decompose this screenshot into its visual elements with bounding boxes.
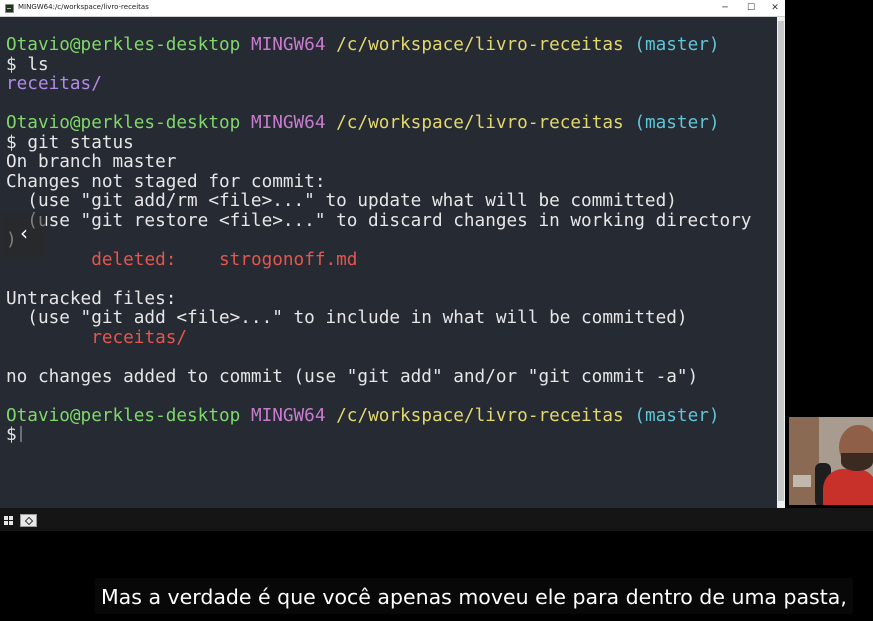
prompt-user-host: Otavio@perkles-desktop (6, 405, 241, 426)
close-button[interactable]: ✕ (762, 0, 788, 17)
terminal-window[interactable]: MINGW64:/c/workspace/livro-receitas ─ ☐ … (0, 0, 785, 508)
output-line: ) (6, 230, 777, 251)
command-line: $ git status (6, 132, 777, 154)
output-line: no changes added to commit (use "git add… (6, 366, 699, 387)
command-line: $ ls (6, 54, 777, 76)
untracked-file: receitas/ (91, 327, 188, 348)
text-cursor (19, 426, 22, 442)
back-arrow-icon[interactable]: ‹ (2, 213, 46, 257)
prompt-user-host: Otavio@perkles-desktop (6, 35, 241, 55)
prompt-symbol: $ (6, 425, 17, 445)
scrollbar[interactable] (777, 17, 785, 508)
prompt-path: /c/workspace/livro-receitas (336, 113, 624, 133)
command-line[interactable]: $ (6, 425, 777, 446)
output-line: Changes not staged for commit: (6, 171, 326, 192)
output-line: (use "git restore <file>..." to discard … (6, 210, 752, 231)
scrollbar-thumb[interactable] (778, 21, 784, 501)
prompt-user-host: Otavio@perkles-desktop (6, 113, 241, 133)
taskbar (0, 508, 873, 531)
deleted-label: deleted: (91, 249, 177, 270)
git-bash-taskbar-icon[interactable] (20, 514, 37, 527)
prompt-shell: MINGW64 (250, 35, 326, 55)
terminal-output[interactable]: Otavio@perkles-desktop MINGW64 /c/worksp… (0, 17, 777, 508)
output-line: Untracked files: (6, 288, 177, 309)
prompt-line: Otavio@perkles-desktop MINGW64 /c/worksp… (6, 113, 777, 134)
webcam-overlay (789, 417, 873, 505)
prompt-shell: MINGW64 (250, 113, 326, 133)
maximize-button[interactable]: ☐ (738, 0, 764, 17)
prompt-symbol: $ (6, 54, 17, 75)
output-line: On branch master (6, 152, 177, 172)
prompt-line: Otavio@perkles-desktop MINGW64 /c/worksp… (6, 35, 777, 56)
prompt-shell: MINGW64 (250, 405, 326, 426)
output-line: (use "git add <file>..." to include in w… (6, 308, 688, 328)
output-line: receitas/ (6, 327, 777, 349)
prompt-branch: (master) (634, 113, 720, 133)
prompt-symbol: $ (6, 132, 17, 153)
prompt-line: Otavio@perkles-desktop MINGW64 /c/worksp… (6, 405, 777, 427)
prompt-path: /c/workspace/livro-receitas (336, 35, 624, 55)
prompt-path: /c/workspace/livro-receitas (336, 405, 624, 426)
deleted-file: strogonoff.md (219, 249, 358, 270)
prompt-branch: (master) (634, 405, 720, 426)
window-title: MINGW64:/c/workspace/livro-receitas (18, 3, 149, 11)
command-text: ls (27, 54, 49, 75)
directory-entry: receitas/ (6, 74, 102, 94)
windows-start-icon[interactable] (4, 516, 13, 525)
minimize-button[interactable]: ─ (712, 0, 738, 17)
prompt-branch: (master) (634, 35, 720, 55)
output-line: receitas/ (6, 74, 777, 95)
output-line: (use "git add/rm <file>..." to update wh… (6, 191, 677, 211)
command-text: git status (27, 132, 134, 153)
output-line: deleted: strogonoff.md (6, 249, 777, 271)
subtitle-caption: Mas a verdade é que você apenas moveu el… (95, 578, 853, 614)
terminal-icon (5, 4, 14, 13)
title-bar[interactable]: MINGW64:/c/workspace/livro-receitas ─ ☐ … (0, 0, 785, 17)
